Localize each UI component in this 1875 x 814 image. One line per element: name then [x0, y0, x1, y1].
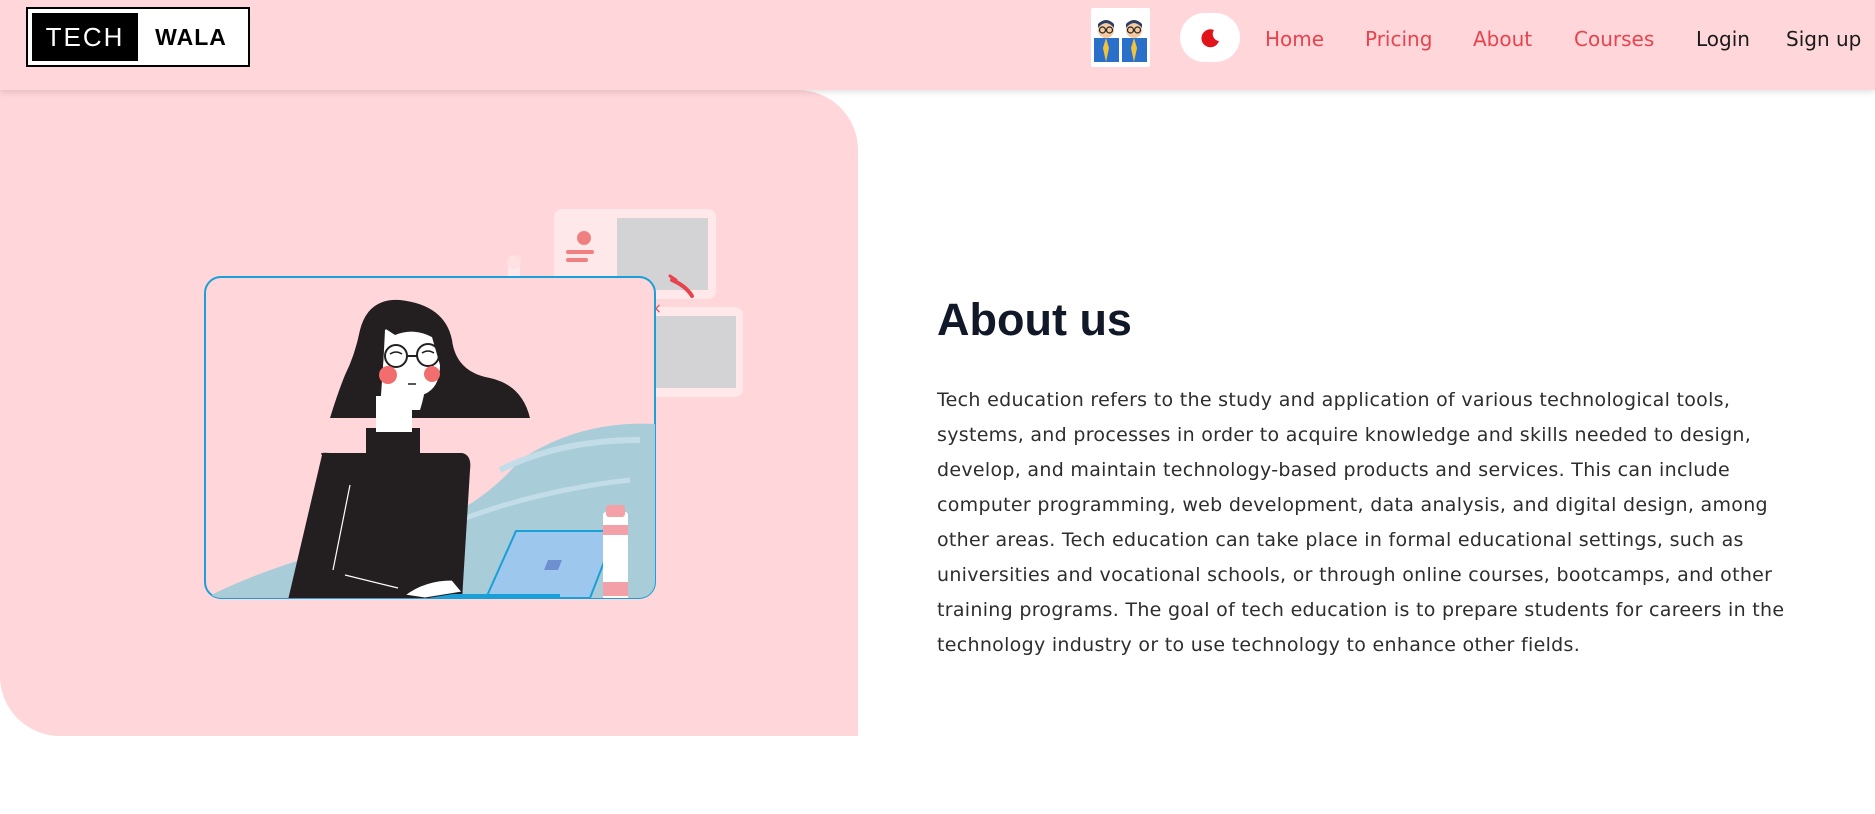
nav-courses-link[interactable]: Courses: [1574, 26, 1654, 52]
navbar: TECH WALA Home Pricing About Courses Log…: [0, 0, 1875, 90]
about-title: About us: [937, 294, 1132, 345]
about-description: Tech education refers to the study and a…: [937, 389, 1785, 656]
nav-pricing-link[interactable]: Pricing: [1365, 26, 1432, 52]
logo-tech-text: TECH: [32, 13, 138, 61]
logo[interactable]: TECH WALA: [26, 7, 250, 67]
team-avatar-icon[interactable]: [1091, 8, 1150, 67]
signup-link[interactable]: Sign up: [1786, 26, 1861, 52]
login-link[interactable]: Login: [1696, 26, 1750, 52]
logo-wala-text: WALA: [155, 24, 227, 50]
woman-on-laptop-illustration: ×: [204, 209, 743, 599]
nav-about-link[interactable]: About: [1473, 26, 1532, 52]
moon-icon: [1201, 29, 1219, 48]
theme-toggle-button[interactable]: [1180, 13, 1240, 62]
nav-home-link[interactable]: Home: [1265, 26, 1324, 52]
